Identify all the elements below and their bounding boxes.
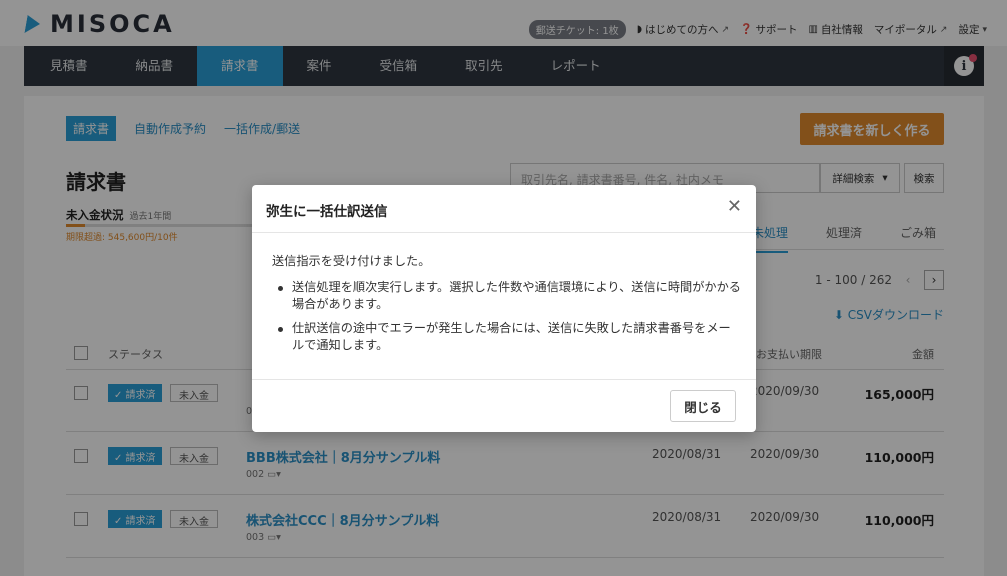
modal-header: 弥生に一括仕訳送信 ✕ [252,185,756,233]
modal-bullet: 仕訳送信の途中でエラーが発生した場合には、送信に失敗した請求書番号をメールで通知… [272,320,742,354]
modal-body: 送信指示を受け付けました。 送信処理を順次実行します。選択した件数や通信環境によ… [272,253,742,361]
modal-footer: 閉じる [252,379,756,432]
close-icon[interactable]: ✕ [727,197,742,217]
modal-bullet: 送信処理を順次実行します。選択した件数や通信環境により、送信に時間がかかる場合が… [272,279,742,313]
modal-bullet-list: 送信処理を順次実行します。選択した件数や通信環境により、送信に時間がかかる場合が… [272,279,742,354]
modal-title: 弥生に一括仕訳送信 [266,204,388,220]
page: MISOCA 郵送チケット: 1枚 ◗ はじめての方へ ↗ ❓ サポート ▥ 自… [0,0,1007,576]
modal-intro: 送信指示を受け付けました。 [272,254,431,268]
close-button[interactable]: 閉じる [670,390,736,422]
bulk-journal-modal: 弥生に一括仕訳送信 ✕ 送信指示を受け付けました。 送信処理を順次実行します。選… [252,185,756,432]
